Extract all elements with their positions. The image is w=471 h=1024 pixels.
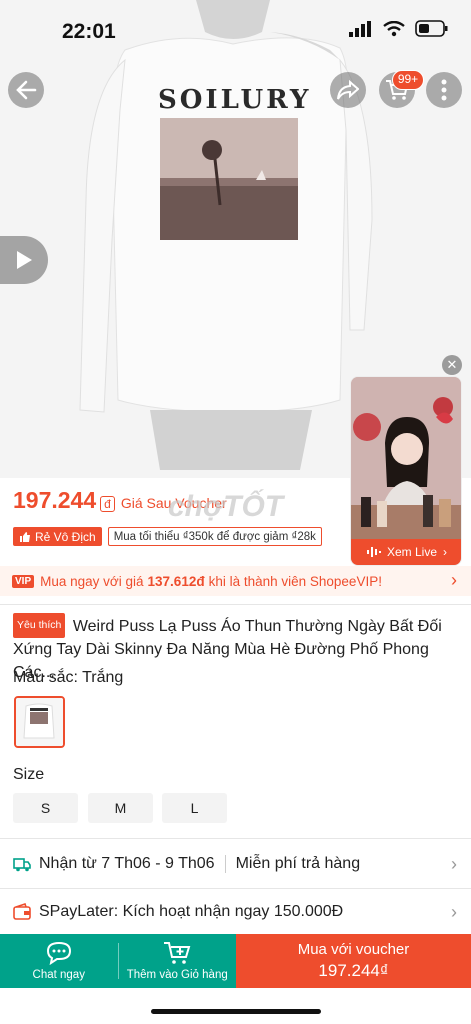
vip-price: 137.612đ — [147, 573, 205, 589]
vip-prefix: Mua ngay với giá — [40, 573, 144, 589]
divider — [0, 838, 471, 839]
watermark-logo: chợTỐT — [168, 490, 284, 523]
separator — [224, 855, 226, 873]
chevron-right-icon: › — [443, 545, 448, 559]
status-time: 22:01 — [62, 20, 116, 43]
chat-now-button[interactable]: Chat ngay — [0, 934, 118, 988]
status-icons — [349, 20, 449, 37]
share-button[interactable] — [330, 72, 366, 108]
signal-icon — [349, 20, 371, 37]
watch-live-label: Xem Live — [386, 545, 438, 559]
vip-suffix: khi là thành viên ShopeeVIP! — [208, 573, 382, 589]
chevron-right-icon: › — [451, 901, 457, 922]
shopee-vip-banner[interactable]: VIP Mua ngay với giá 137.612đ khi là thà… — [0, 566, 471, 596]
arrow-left-icon — [16, 80, 37, 100]
size-option-s[interactable]: S — [13, 793, 78, 823]
buy-price: 197.244₫ — [318, 961, 389, 980]
size-option-l[interactable]: L — [162, 793, 227, 823]
svg-text:SOILURY: SOILURY — [158, 85, 312, 115]
more-vertical-icon — [441, 79, 447, 101]
status-bar: 22:01 — [0, 0, 471, 62]
min-order-tag: Mua tối thiểu ₫350k để được giảm ₫28k — [107, 527, 322, 546]
live-preview-image — [351, 377, 461, 541]
spaylater-row[interactable]: SPayLater: Kích hoạt nhận ngay 150.000Đ … — [0, 889, 471, 935]
add-cart-icon — [164, 942, 191, 964]
shipping-row[interactable]: Nhận từ 7 Th06 - 9 Th06 Miễn phí trả hàn… — [0, 841, 471, 887]
home-indicator — [151, 1009, 321, 1014]
chevron-right-icon: › — [451, 570, 457, 590]
delivery-date: Nhận từ 7 Th06 - 9 Th06 — [39, 855, 215, 872]
free-returns: Miễn phí trả hàng — [235, 855, 361, 872]
voucher-currency-icon: đ — [100, 496, 115, 512]
close-live-button[interactable]: ✕ — [442, 355, 462, 375]
size-label: Size — [13, 766, 45, 783]
promo-tags: Rẻ Vô Địch Mua tối thiểu ₫350k để được g… — [13, 527, 322, 546]
watch-live-button[interactable]: Xem Live › — [351, 539, 461, 565]
add-to-cart-label: Thêm vào Giỏ hàng — [126, 969, 228, 981]
vip-badge: VIP — [12, 574, 35, 588]
price-amount: 197.244 — [13, 487, 97, 513]
color-thumbnail — [16, 698, 63, 746]
wifi-icon — [383, 20, 405, 36]
spaylater-text: SPayLater: Kích hoạt nhận ngay 150.000Đ — [39, 903, 344, 920]
add-to-cart-button[interactable]: Thêm vào Giỏ hàng — [119, 934, 237, 988]
more-options-button[interactable] — [426, 72, 462, 108]
cheapest-tag-label: Rẻ Vô Địch — [35, 529, 96, 544]
wallet-icon — [13, 903, 31, 920]
live-bars-icon — [366, 547, 381, 557]
buy-label: Mua với voucher — [297, 941, 410, 958]
color-label-text: Màu sắc: — [13, 669, 78, 686]
color-label: Màu sắc: Trắng — [13, 669, 123, 687]
play-icon — [17, 251, 32, 269]
buy-with-voucher-button[interactable]: Mua với voucher 197.244₫ — [236, 934, 471, 988]
bottom-action-bar: Chat ngay Thêm vào Giỏ hàng Mua với vouc… — [0, 934, 471, 988]
chevron-right-icon: › — [451, 853, 457, 874]
share-icon — [337, 80, 359, 100]
size-option-m[interactable]: M — [88, 793, 153, 823]
favorite-badge: Yêu thích — [13, 613, 66, 638]
back-button[interactable] — [8, 72, 44, 108]
cart-count-badge: 99+ — [392, 70, 424, 90]
cheapest-tag: Rẻ Vô Địch — [13, 527, 102, 546]
chat-icon — [46, 941, 71, 965]
color-option-white[interactable] — [14, 696, 65, 748]
divider — [0, 604, 471, 605]
color-selected: Trắng — [82, 669, 124, 686]
play-video-button[interactable] — [0, 236, 48, 284]
battery-icon — [415, 20, 448, 37]
thumb-up-icon — [20, 531, 30, 542]
chat-now-label: Chat ngay — [32, 969, 85, 981]
live-mini-player[interactable]: Xem Live › — [350, 376, 462, 566]
bottom-left-actions: Chat ngay Thêm vào Giỏ hàng — [0, 934, 236, 988]
truck-icon — [13, 858, 31, 872]
